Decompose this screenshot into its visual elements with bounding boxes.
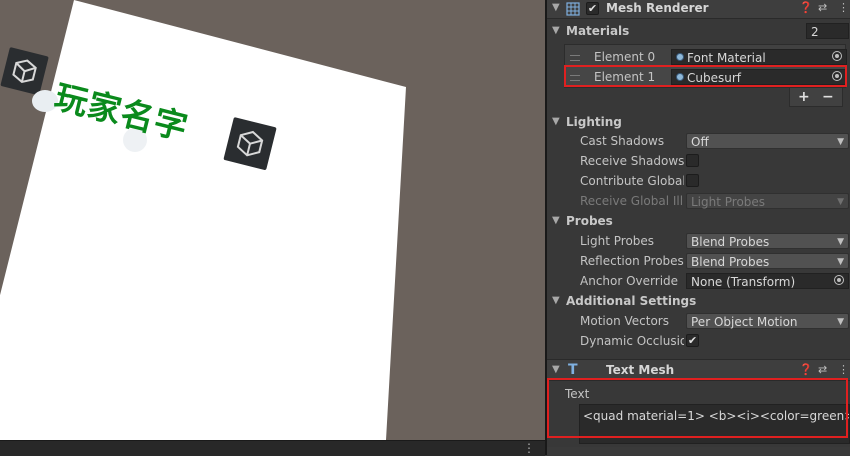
reflection-probes-dropdown[interactable]: Blend Probes ▼ [686,253,849,269]
next-row-partial [547,447,850,455]
contribute-gi-checkbox[interactable] [686,174,699,187]
chevron-down-icon: ▼ [837,197,844,207]
motion-vectors-row: Motion Vectors Per Object Motion ▼ [547,311,850,331]
element-label: Element 0 [594,50,656,64]
cast-shadows-label: Cast Shadows [580,134,665,148]
reflection-probes-label: Reflection Probes [580,254,684,268]
materials-label: Materials [566,24,630,38]
component-title: Text Mesh [606,363,675,377]
dynamic-occlusion-row: Dynamic Occlusio ✔ [547,331,850,351]
additional-settings-title: Additional Settings [566,294,697,308]
motion-vectors-dropdown[interactable]: Per Object Motion ▼ [686,313,849,329]
chevron-down-icon: ▼ [837,257,844,267]
chevron-down-icon: ▼ [837,237,844,247]
receive-shadows-label: Receive Shadows [580,154,684,168]
foldout-arrow-icon[interactable]: ▼ [552,112,560,132]
help-icon[interactable]: ❓ [799,0,813,18]
drag-handle-icon[interactable] [570,55,580,61]
receive-shadows-row: Receive Shadows [547,151,850,171]
highlight-box [564,65,847,87]
material-icon [676,53,684,61]
dynamic-occlusion-checkbox[interactable]: ✔ [686,334,699,347]
scene-view[interactable]: 玩家名字 [0,0,545,440]
foldout-arrow-icon[interactable]: ▼ [552,360,560,380]
probes-foldout[interactable]: ▼ Probes [547,211,850,231]
scene-canvas [0,0,406,440]
text-mesh-icon: T [568,362,578,378]
kebab-menu-icon[interactable]: ⋮ [838,360,849,380]
anchor-override-label: Anchor Override [580,274,679,288]
list-footer: + − [789,88,843,107]
cast-shadows-dropdown[interactable]: Off ▼ [686,133,849,149]
light-probes-dropdown[interactable]: Blend Probes ▼ [686,233,849,249]
component-title: Mesh Renderer [606,1,709,15]
receive-shadows-checkbox[interactable] [686,154,699,167]
dropdown-value: Blend Probes [691,255,770,269]
contribute-gi-label: Contribute Global I [580,174,684,188]
light-probes-row: Light Probes Blend Probes ▼ [547,231,850,251]
receive-gi-label: Receive Global Illu [580,194,684,208]
list-item[interactable]: Element 0 Font Material [565,47,847,67]
object-picker-icon[interactable] [832,51,842,61]
lighting-foldout[interactable]: ▼ Lighting [547,112,850,132]
anchor-override-row: Anchor Override None (Transform) [547,271,850,291]
preset-icon[interactable]: ⇄ [818,0,827,18]
inspector-panel: ▼ ✔ Mesh Renderer ❓ ⇄ ⋮ ▼ Materials 2 El… [547,0,850,455]
mesh-renderer-icon [566,2,580,16]
light-probes-label: Light Probes [580,234,655,248]
object-picker-icon[interactable] [834,275,844,285]
kebab-menu-icon[interactable]: ⋮ [523,441,535,455]
scene-bottom-bar: ⋮ [0,440,545,456]
cast-shadows-row: Cast Shadows Off ▼ [547,131,850,151]
dropdown-value: Light Probes [691,195,766,209]
dynamic-occlusion-label: Dynamic Occlusio [580,334,684,348]
object-field-value: None (Transform) [691,275,796,289]
preset-icon[interactable]: ⇄ [818,360,827,380]
material-name: Font Material [687,51,766,65]
foldout-arrow-icon[interactable]: ▼ [552,21,560,41]
additional-settings-foldout[interactable]: ▼ Additional Settings [547,291,850,311]
mesh-renderer-header[interactable]: ▼ ✔ Mesh Renderer ❓ ⇄ ⋮ [547,0,850,19]
probes-title: Probes [566,214,613,228]
dropdown-value: Per Object Motion [691,315,798,329]
white-plane [0,0,406,440]
lighting-title: Lighting [566,115,622,129]
contribute-gi-row: Contribute Global I [547,171,850,191]
receive-gi-dropdown: Light Probes ▼ [686,193,849,209]
anchor-override-field[interactable]: None (Transform) [686,273,849,289]
dropdown-value: Blend Probes [691,235,770,249]
highlight-box [547,378,848,438]
component-enabled-checkbox[interactable]: ✔ [586,2,599,15]
foldout-arrow-icon[interactable]: ▼ [552,211,560,231]
dropdown-value: Off [691,135,709,149]
chevron-down-icon: ▼ [837,137,844,147]
kebab-menu-icon[interactable]: ⋮ [838,0,849,18]
materials-foldout[interactable]: ▼ Materials 2 [547,21,850,41]
reflection-probes-row: Reflection Probes Blend Probes ▼ [547,251,850,271]
remove-button[interactable]: − [822,88,834,106]
foldout-arrow-icon[interactable]: ▼ [552,291,560,311]
motion-vectors-label: Motion Vectors [580,314,669,328]
chevron-down-icon: ▼ [837,317,844,327]
help-icon[interactable]: ❓ [799,360,813,380]
material-field[interactable]: Font Material [671,49,847,65]
add-button[interactable]: + [798,88,810,106]
foldout-arrow-icon[interactable]: ▼ [552,0,560,18]
materials-count-field[interactable]: 2 [806,23,849,39]
unity-quad-icon-left [0,47,49,96]
receive-gi-row: Receive Global Illu Light Probes ▼ [547,191,850,211]
